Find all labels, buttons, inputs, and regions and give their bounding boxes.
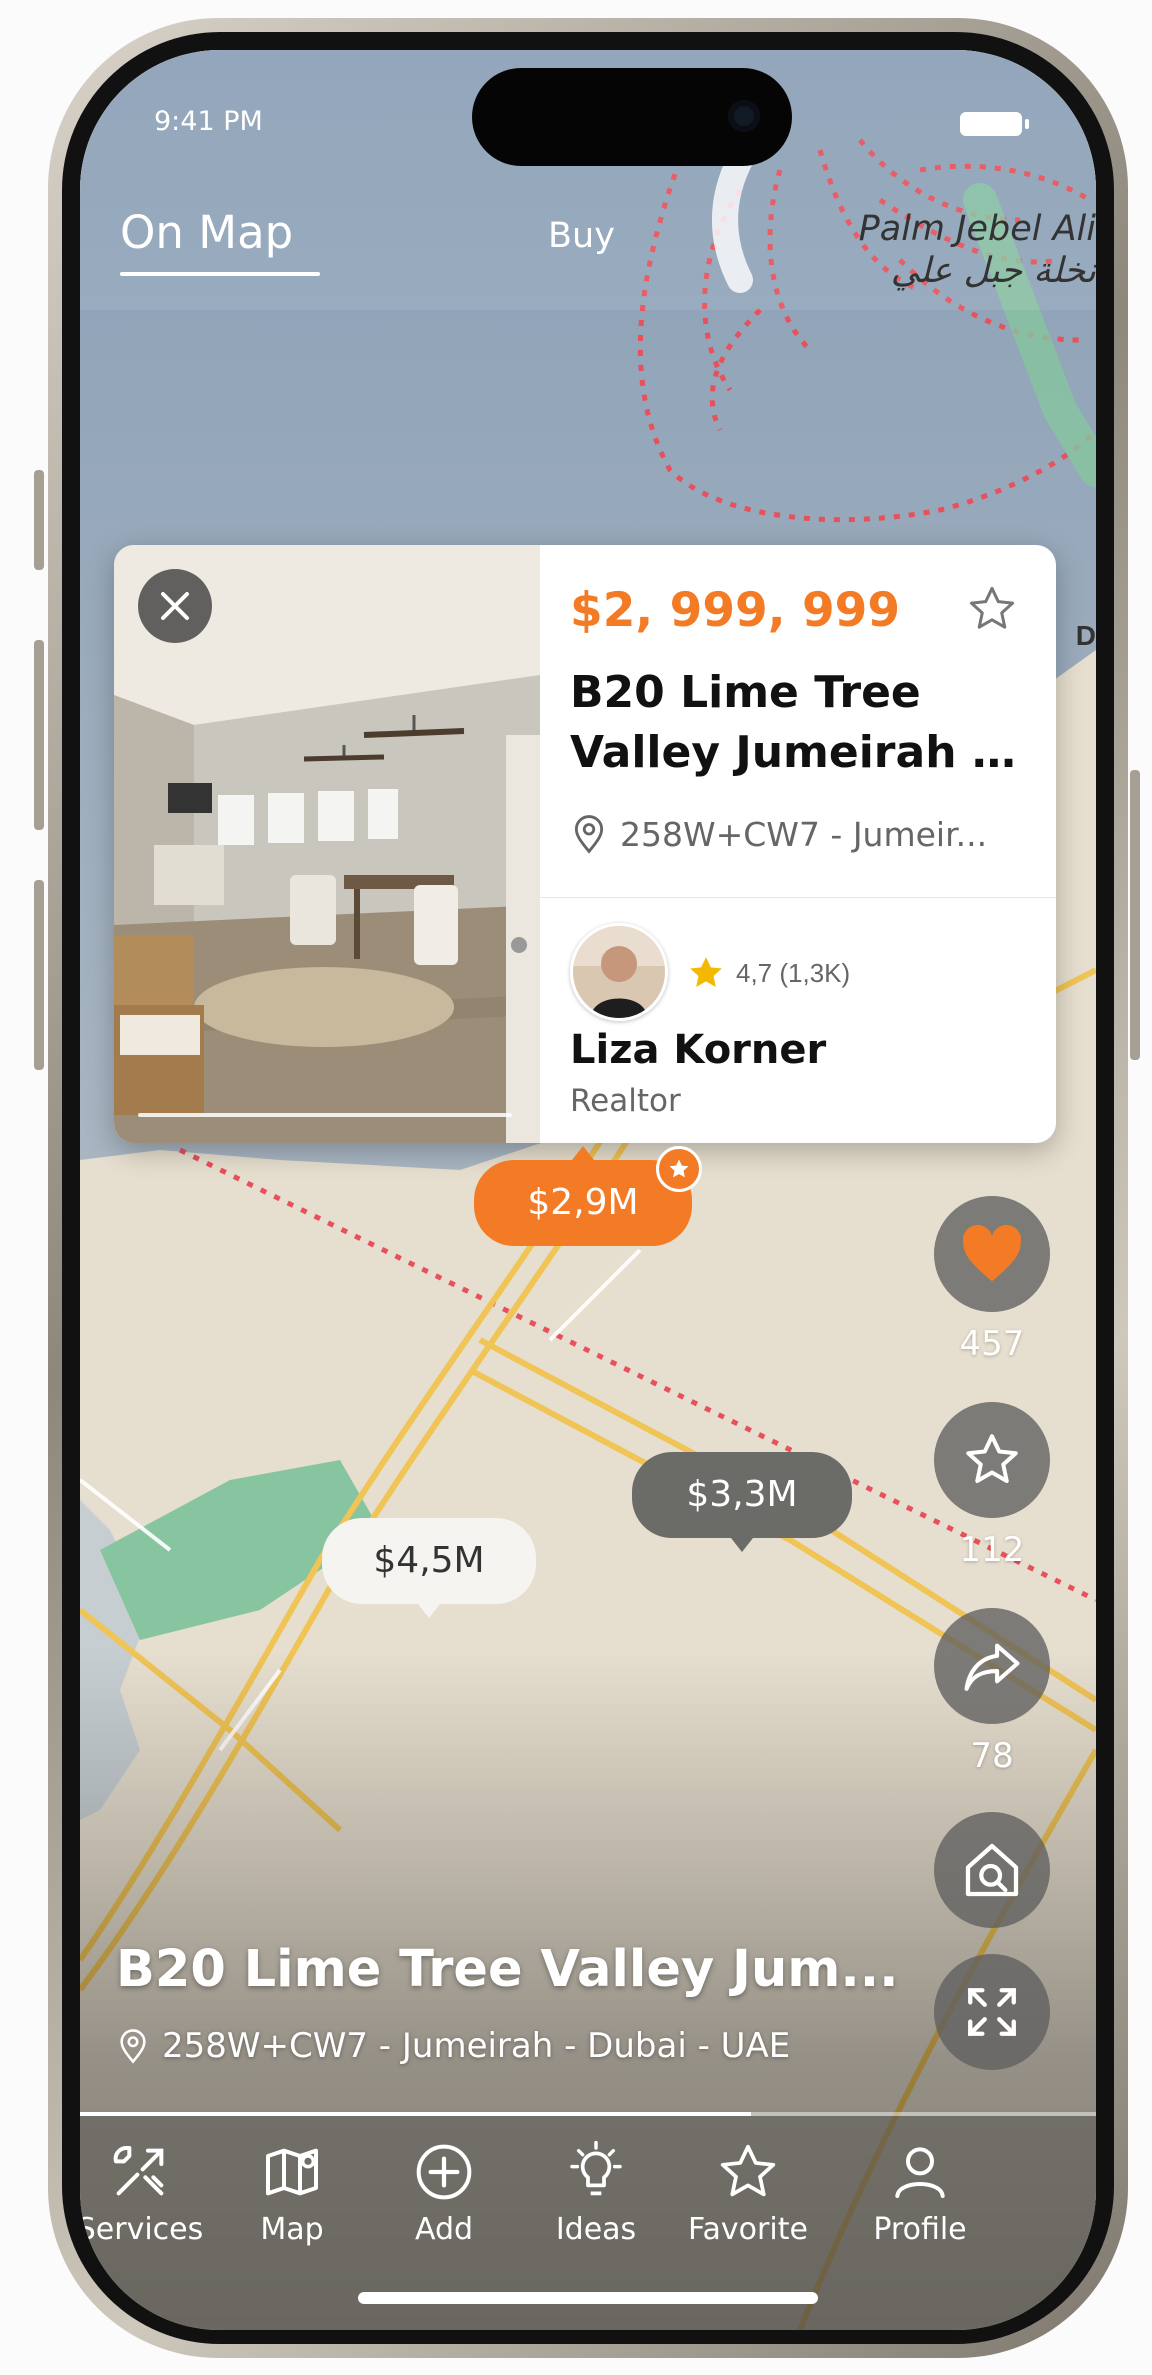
star-outline-icon: [969, 586, 1015, 629]
agent-name[interactable]: Liza Korner: [570, 1027, 826, 1073]
volume-down-button: [34, 880, 44, 1070]
share-icon: [964, 1643, 1020, 1691]
favorite-count: 112: [959, 1530, 1025, 1570]
volume-up-button: [34, 640, 44, 830]
agent-rating: 4,7 (1,3K): [686, 953, 850, 993]
map-icon: [266, 2148, 318, 2196]
front-camera: [728, 100, 760, 132]
agent-rating-text: 4,7 (1,3K): [736, 957, 851, 988]
listing-title[interactable]: B20 Lime Tree Valley Jum...: [116, 1940, 899, 1999]
price-pin[interactable]: $4,5M: [322, 1518, 536, 1618]
listing-address-text: 258W+CW7 - Jumeirah - Dubai - UAE: [162, 2026, 791, 2066]
expand-button[interactable]: [934, 1954, 1050, 2070]
like-button[interactable]: [934, 1196, 1050, 1312]
lightbulb-icon: [570, 2140, 622, 2196]
nav-item-add[interactable]: Add: [374, 2140, 514, 2247]
tab-on-map[interactable]: On Map: [120, 206, 293, 259]
property-title[interactable]: B20 Lime Tree Valley Jumeirah G...: [570, 663, 1030, 783]
nav-item-profile[interactable]: Profile: [850, 2140, 990, 2247]
star-badge-icon: [669, 1159, 689, 1178]
agent-avatar[interactable]: [570, 923, 668, 1021]
price-pin[interactable]: $3,3M: [632, 1452, 852, 1552]
card-divider: [540, 897, 1056, 898]
tab-buy[interactable]: Buy: [548, 216, 615, 256]
price-pin-selected[interactable]: $2,9M: [474, 1146, 702, 1246]
rating-star-icon: [690, 957, 722, 987]
favorite-star-button[interactable]: [966, 583, 1018, 640]
profile-icon: [895, 2147, 945, 2198]
agent-photo: [573, 926, 665, 1018]
location-pin-icon: [574, 815, 604, 854]
nav-label-ideas: Ideas: [555, 2212, 637, 2247]
nav-item-favorite[interactable]: Favorite: [678, 2140, 818, 2247]
like-count: 457: [959, 1324, 1025, 1364]
map-place-label-en: Palm Jebel Ali: [858, 209, 1096, 249]
dynamic-island: [472, 68, 792, 166]
status-time: 9:41 PM: [154, 106, 263, 137]
battery-icon: [960, 112, 1029, 136]
property-card[interactable]: $2, 999, 999 B20 Lime Tree Valley Jumeir…: [114, 545, 1056, 1143]
services-icon: [113, 2146, 164, 2196]
star-icon: [966, 1434, 1018, 1483]
home-search-icon: [965, 1843, 1019, 1897]
price-pin-label: $3,3M: [686, 1474, 798, 1515]
favorite-button[interactable]: [934, 1402, 1050, 1518]
share-button[interactable]: [934, 1608, 1050, 1724]
nav-item-services[interactable]: Services: [80, 2140, 210, 2247]
map-place-label-ar: نخلة جبل علي: [890, 251, 1096, 291]
power-button: [1130, 770, 1140, 1060]
home-indicator[interactable]: [358, 2292, 818, 2304]
expand-icon: [968, 1988, 1016, 2036]
listing-address: 258W+CW7 - Jumeirah - Dubai - UAE: [116, 2026, 790, 2066]
nav-label-map: Map: [260, 2212, 324, 2247]
property-address-text: 258W+CW7 - Jumeir...: [620, 814, 988, 854]
property-price: $2, 999, 999: [570, 583, 901, 638]
app-screen: 9:41 PM On Map Buy Palm Jebel Ali نخلة ج…: [80, 50, 1096, 2330]
heart-icon: [962, 1224, 1022, 1282]
property-address: 258W+CW7 - Jumeir...: [570, 813, 987, 855]
map-place-label: Palm Jebel Ali نخلة جبل علي: [859, 208, 1096, 292]
price-pin-selected-label: $2,9M: [527, 1182, 639, 1223]
close-button[interactable]: [138, 569, 212, 643]
nav-item-ideas[interactable]: Ideas: [526, 2140, 666, 2247]
nav-label-services: Services: [80, 2212, 204, 2247]
location-pin-icon: [120, 2029, 146, 2064]
nav-label-add: Add: [414, 2212, 474, 2247]
pin-favorite-badge: [656, 1146, 702, 1192]
action-button: [34, 470, 44, 570]
add-icon: [416, 2144, 472, 2200]
share-count: 78: [970, 1736, 1014, 1776]
nav-label-profile: Profile: [873, 2212, 967, 2247]
map-edge-label: D: [1075, 620, 1096, 651]
star-icon: [720, 2144, 776, 2197]
property-title-line-1: B20 Lime Tree: [570, 667, 921, 718]
agent-role: Realtor: [570, 1083, 681, 1119]
nav-item-map[interactable]: Map: [222, 2140, 362, 2247]
nav-label-favorite: Favorite: [688, 2212, 808, 2247]
close-icon: [161, 592, 189, 620]
property-photo[interactable]: [114, 545, 540, 1143]
photo-progress-bar: [138, 1113, 512, 1117]
price-pin-label: $4,5M: [373, 1540, 485, 1581]
tab-active-underline: [120, 272, 320, 276]
property-title-line-2: Valley Jumeirah G...: [570, 727, 1030, 778]
home-search-button[interactable]: [934, 1812, 1050, 1928]
